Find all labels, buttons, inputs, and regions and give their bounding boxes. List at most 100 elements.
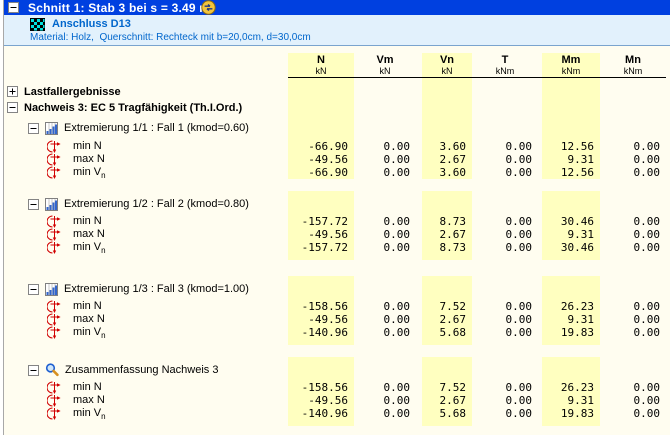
value-N: -158.56	[288, 300, 354, 313]
block-header-zusammenfassung[interactable]: Zusammenfassung Nachweis 3	[0, 359, 670, 381]
block-header-extremierung-1-3[interactable]: Extremierung 1/3 : Fall 3 (kmod=1.00)	[0, 278, 670, 300]
internal-forces-icon	[47, 215, 61, 228]
value-Mm: 9.31	[542, 313, 600, 326]
tree-item-label: Nachweis 3: EC 5 Tragfähigkeit (Th.I.Ord…	[24, 102, 242, 114]
result-row-min-N[interactable]: min N -66.90 0.00 3.60 0.00 12.56 0.00	[0, 140, 670, 153]
value-Vn: 5.68	[422, 326, 472, 339]
value-Vn: 2.67	[422, 228, 472, 241]
value-Mn: 0.00	[600, 326, 666, 339]
results-region-block3: Extremierung 1/3 : Fall 3 (kmod=1.00) mi…	[0, 276, 670, 345]
value-Mn: 0.00	[600, 228, 666, 241]
value-Mm: 9.31	[542, 394, 600, 407]
value-Mn: 0.00	[600, 153, 666, 166]
result-row-max-N[interactable]: max N -49.56 0.00 2.67 0.00 9.31 0.00	[0, 153, 670, 166]
value-Mm: 9.31	[542, 228, 600, 241]
value-T: 0.00	[472, 140, 538, 153]
value-Mm: 26.23	[542, 300, 600, 313]
value-Vn: 5.68	[422, 407, 472, 420]
value-N: -66.90	[288, 140, 354, 153]
column-headers: NkN VmkN VnkN TkNm MmkNm MnkNm	[0, 46, 670, 78]
value-Vn: 3.60	[422, 140, 472, 153]
value-Vn: 7.52	[422, 381, 472, 394]
value-Mm: 30.46	[542, 215, 600, 228]
value-Vn: 7.52	[422, 300, 472, 313]
block-header-extremierung-1-1[interactable]: Extremierung 1/1 : Fall 1 (kmod=0.60)	[0, 116, 670, 140]
col-unit-Vn: kN	[422, 66, 472, 76]
internal-forces-icon	[47, 407, 61, 420]
value-Mn: 0.00	[600, 394, 666, 407]
value-Vm: 0.00	[354, 153, 416, 166]
result-row-min-N[interactable]: min N -158.56 0.00 7.52 0.00 26.23 0.00	[0, 381, 670, 394]
value-Vm: 0.00	[354, 228, 416, 241]
value-N: -49.56	[288, 313, 354, 326]
header-rule	[288, 77, 666, 78]
tree-item-lastfallergebnisse[interactable]: Lastfallergebnisse	[0, 84, 670, 99]
value-Vm: 0.00	[354, 313, 416, 326]
result-row-max-N[interactable]: max N -49.56 0.00 2.67 0.00 9.31 0.00	[0, 313, 670, 326]
block-title: Extremierung 1/2 : Fall 2 (kmod=0.80)	[64, 198, 249, 210]
value-N: -140.96	[288, 407, 354, 420]
result-row-max-N[interactable]: max N -49.56 0.00 2.67 0.00 9.31 0.00	[0, 394, 670, 407]
value-Mn: 0.00	[600, 313, 666, 326]
value-Vm: 0.00	[354, 166, 416, 179]
value-T: 0.00	[472, 313, 538, 326]
internal-forces-icon	[47, 381, 61, 394]
collapse-icon[interactable]	[7, 102, 18, 113]
subheader: Anschluss D13 Material: Holz, Querschnit…	[0, 15, 670, 46]
result-row-min-Vn[interactable]: min Vn -140.96 0.00 5.68 0.00 19.83 0.00	[0, 407, 670, 420]
chart-icon	[45, 283, 58, 296]
refresh-coin-icon[interactable]	[201, 0, 216, 15]
chart-icon	[45, 198, 58, 211]
section-title: Schnitt 1: Stab 3 bei s = 3.49 m	[28, 1, 210, 15]
result-row-min-N[interactable]: min N -157.72 0.00 8.73 0.00 30.46 0.00	[0, 215, 670, 228]
col-header-T: T	[472, 54, 538, 66]
value-Vn: 2.67	[422, 313, 472, 326]
connection-name[interactable]: Anschluss D13	[52, 18, 131, 30]
value-T: 0.00	[472, 407, 538, 420]
result-row-min-Vn[interactable]: min Vn -157.72 0.00 8.73 0.00 30.46 0.00	[0, 241, 670, 254]
result-row-label: min Vn	[73, 326, 106, 342]
collapse-icon[interactable]	[28, 199, 39, 210]
result-row-label: min Vn	[73, 407, 106, 423]
col-unit-Mn: kNm	[600, 66, 666, 76]
result-row-min-N[interactable]: min N -158.56 0.00 7.52 0.00 26.23 0.00	[0, 300, 670, 313]
internal-forces-icon	[47, 166, 61, 179]
collapse-icon[interactable]	[28, 365, 39, 376]
value-N: -49.56	[288, 153, 354, 166]
result-row-max-N[interactable]: max N -49.56 0.00 2.67 0.00 9.31 0.00	[0, 228, 670, 241]
tree-item-label: Lastfallergebnisse	[24, 86, 121, 98]
value-Mn: 0.00	[600, 300, 666, 313]
col-unit-Mm: kNm	[542, 66, 600, 76]
block-header-extremierung-1-2[interactable]: Extremierung 1/2 : Fall 2 (kmod=0.80)	[0, 193, 670, 215]
col-header-Vm: Vm	[354, 54, 416, 66]
value-T: 0.00	[472, 326, 538, 339]
internal-forces-icon	[47, 153, 61, 166]
collapse-icon[interactable]	[28, 284, 39, 295]
value-Vm: 0.00	[354, 394, 416, 407]
results-region-summary: Zusammenfassung Nachweis 3 min N -158.56…	[0, 357, 670, 426]
value-T: 0.00	[472, 394, 538, 407]
result-row-min-Vn[interactable]: min Vn -66.90 0.00 3.60 0.00 12.56 0.00	[0, 166, 670, 179]
value-N: -157.72	[288, 241, 354, 254]
results-panel: Schnitt 1: Stab 3 bei s = 3.49 m Anschlu…	[0, 0, 670, 435]
value-Vn: 2.67	[422, 394, 472, 407]
value-Vn: 8.73	[422, 241, 472, 254]
value-Vm: 0.00	[354, 300, 416, 313]
result-row-label: min Vn	[73, 166, 106, 182]
result-row-min-Vn[interactable]: min Vn -140.96 0.00 5.68 0.00 19.83 0.00	[0, 326, 670, 339]
results-region-top: NkN VmkN VnkN TkNm MmkNm MnkNm Lastfalle…	[0, 46, 670, 179]
tree-item-nachweis-3[interactable]: Nachweis 3: EC 5 Tragfähigkeit (Th.I.Ord…	[0, 99, 670, 116]
expand-icon[interactable]	[7, 86, 18, 97]
internal-forces-icon	[47, 241, 61, 254]
value-Vn: 3.60	[422, 166, 472, 179]
material-info: Material: Holz, Querschnitt: Rechteck mi…	[0, 31, 670, 44]
collapse-section-button[interactable]	[8, 2, 19, 13]
value-N: -49.56	[288, 394, 354, 407]
internal-forces-icon	[47, 313, 61, 326]
collapse-icon[interactable]	[28, 123, 39, 134]
value-Mm: 12.56	[542, 140, 600, 153]
spacer	[0, 345, 670, 357]
value-Vn: 8.73	[422, 215, 472, 228]
col-header-N: N	[288, 54, 354, 66]
value-Mm: 26.23	[542, 381, 600, 394]
